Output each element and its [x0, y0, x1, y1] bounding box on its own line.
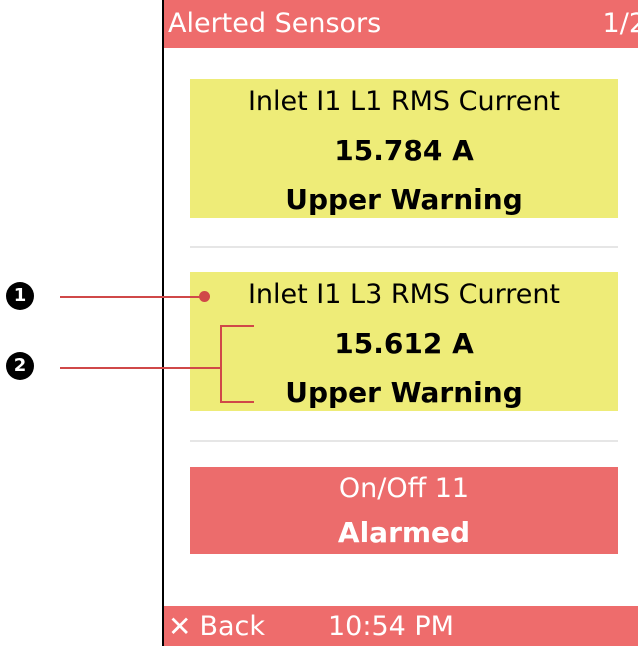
- back-label: Back: [199, 611, 266, 642]
- page-indicator: 1/2: [602, 8, 638, 39]
- footer-bar: ✕ Back 10:54 PM: [164, 606, 638, 646]
- device-screen: Alerted Sensors 1/2 Inlet I1 L1 RMS Curr…: [162, 0, 638, 646]
- sensor-value: 15.612 A: [334, 327, 474, 360]
- clock-time: 10:54 PM: [328, 611, 454, 642]
- header-bar: Alerted Sensors 1/2: [164, 0, 638, 48]
- callout-dot: [199, 291, 210, 302]
- callout-leader-line: [60, 296, 200, 298]
- sensor-card[interactable]: Inlet I1 L1 RMS Current 15.784 A Upper W…: [190, 79, 618, 218]
- sensor-card[interactable]: On/Off 11 Alarmed: [190, 467, 618, 554]
- sensor-name: On/Off 11: [338, 473, 470, 504]
- divider: [190, 440, 618, 442]
- sensor-value: 15.784 A: [334, 134, 474, 167]
- sensor-state: Alarmed: [337, 516, 471, 549]
- sensor-card[interactable]: Inlet I1 L3 RMS Current 15.612 A Upper W…: [190, 272, 618, 411]
- callout-leader-line: [60, 367, 220, 369]
- callout-number-1: 1: [6, 282, 34, 310]
- page-title: Alerted Sensors: [168, 8, 382, 39]
- sensor-name: Inlet I1 L1 RMS Current: [247, 86, 561, 117]
- sensor-state: Upper Warning: [285, 376, 523, 409]
- callout-bracket: [220, 325, 254, 403]
- divider: [190, 246, 618, 248]
- callout-number-2: 2: [6, 352, 34, 380]
- sensor-state: Upper Warning: [285, 183, 523, 216]
- close-x-icon: ✕: [168, 610, 192, 643]
- sensor-name: Inlet I1 L3 RMS Current: [247, 279, 561, 310]
- back-button[interactable]: ✕ Back: [168, 606, 265, 646]
